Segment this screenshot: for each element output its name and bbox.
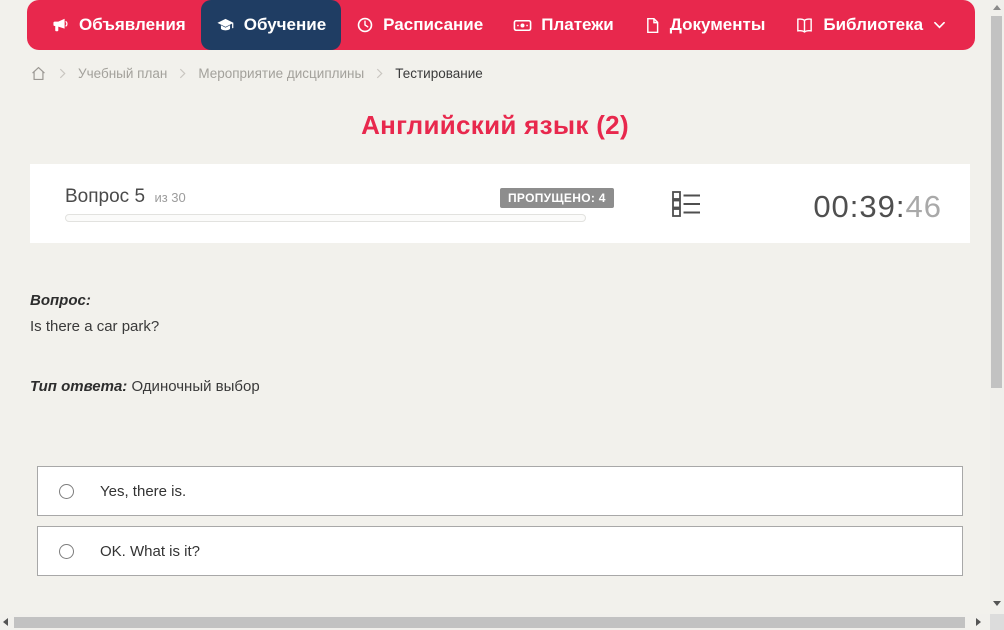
nav-item-announcements[interactable]: Объявления [37, 0, 201, 50]
clock-icon [356, 16, 374, 34]
megaphone-icon [52, 16, 70, 34]
scroll-right-icon[interactable] [976, 618, 981, 626]
answer-type-label: Тип ответа: [30, 378, 128, 395]
scroll-down-icon[interactable] [993, 601, 1001, 606]
horizontal-scrollbar[interactable] [0, 614, 990, 630]
nav-item-label: Библиотека [823, 15, 924, 34]
page: Объявления Обучение Расписание Платежи Д… [0, 0, 1004, 630]
book-icon [795, 16, 814, 35]
answer-options: Yes, there is. OK. What is it? [37, 466, 963, 586]
graduation-cap-icon [216, 16, 235, 35]
banknote-icon [513, 16, 532, 35]
question-section: Вопрос: Is there a car park? Тип ответа:… [30, 292, 960, 395]
answer-option-label: OK. What is it? [100, 542, 201, 560]
nav-item-label: Объявления [79, 15, 186, 34]
timer: 00:39:46 [813, 189, 942, 225]
scrollbar-corner [990, 614, 1004, 630]
question-text: Is there a car park? [30, 318, 160, 335]
breadcrumb-item-curriculum[interactable]: Учебный план [78, 66, 167, 81]
breadcrumb-chevron-icon [376, 68, 383, 79]
answer-option-2[interactable]: OK. What is it? [37, 526, 963, 576]
page-title: Английский язык (2) [361, 110, 629, 140]
scroll-up-icon[interactable] [993, 5, 1001, 10]
scroll-left-icon[interactable] [3, 618, 8, 626]
breadcrumb-item-discipline-event[interactable]: Мероприятие дисциплины [198, 66, 364, 81]
answer-type-row: Тип ответа: Одиночный выбор [30, 378, 960, 395]
nav-item-library[interactable]: Библиотека [780, 0, 960, 50]
nav-item-label: Расписание [383, 15, 484, 34]
question-list-icon[interactable] [672, 189, 704, 219]
question-number: Вопрос 5 [65, 186, 146, 207]
question-counter: Вопрос 5 из 30 [65, 186, 186, 208]
top-navigation: Объявления Обучение Расписание Платежи Д… [27, 0, 975, 50]
breadcrumb-chevron-icon [179, 68, 186, 79]
nav-item-documents[interactable]: Документы [629, 0, 781, 50]
nav-item-label: Обучение [243, 15, 327, 34]
answer-option-1[interactable]: Yes, there is. [37, 466, 963, 516]
home-icon[interactable] [30, 65, 47, 82]
nav-item-schedule[interactable]: Расписание [341, 0, 498, 50]
nav-item-label: Документы [669, 15, 766, 34]
quiz-header-card: Вопрос 5 из 30 ПРОПУЩЕНО: 4 00:39:46 [30, 164, 970, 243]
chevron-down-icon [934, 21, 945, 29]
nav-item-payments[interactable]: Платежи [498, 0, 629, 50]
radio-unchecked-icon[interactable] [59, 543, 74, 559]
answer-type-value: Одиночный выбор [131, 378, 260, 395]
nav-item-label: Платежи [541, 15, 614, 34]
question-label: Вопрос: [30, 292, 91, 309]
skipped-badge: ПРОПУЩЕНО: 4 [500, 188, 614, 208]
answer-option-label: Yes, there is. [100, 482, 187, 500]
timer-hours-minutes: 00:39: [813, 189, 906, 224]
breadcrumb: Учебный план Мероприятие дисциплины Тест… [30, 62, 483, 84]
nav-item-education[interactable]: Обучение [200, 0, 342, 50]
quiz-progress-bar [65, 214, 586, 222]
vertical-scrollbar-thumb[interactable] [991, 16, 1002, 388]
breadcrumb-chevron-icon [59, 68, 66, 79]
timer-seconds: 46 [905, 189, 942, 224]
document-icon [644, 17, 661, 34]
radio-unchecked-icon[interactable] [59, 483, 74, 499]
question-total: из 30 [154, 190, 186, 205]
vertical-scrollbar[interactable] [990, 0, 1004, 614]
breadcrumb-item-testing: Тестирование [395, 65, 483, 81]
horizontal-scrollbar-thumb[interactable] [14, 617, 965, 628]
